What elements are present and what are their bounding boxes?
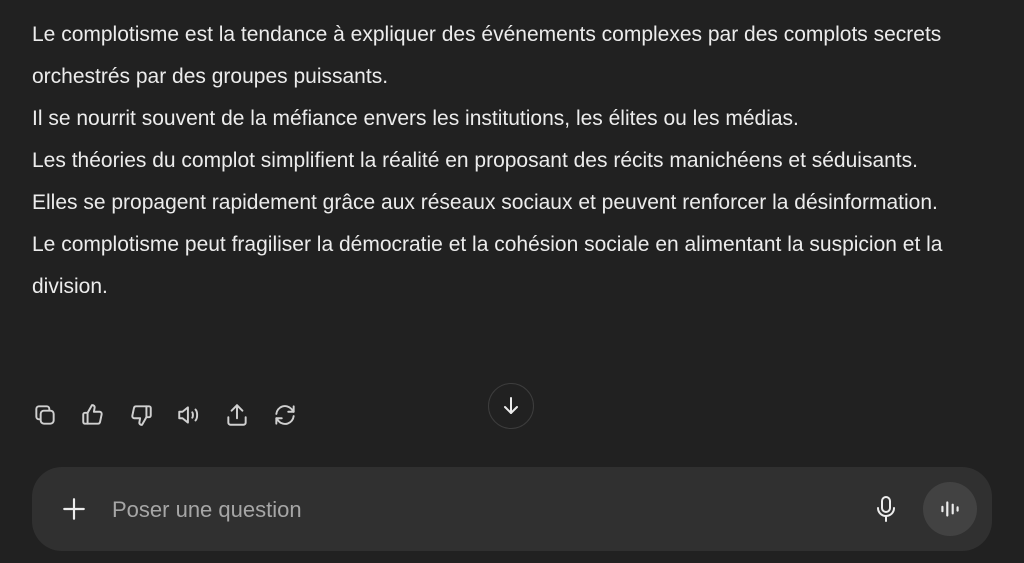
arrow-down-icon (504, 397, 518, 414)
message-actions (32, 402, 320, 428)
voice-waveform-icon (941, 501, 959, 517)
message-paragraph: Elles se propagent rapidement grâce aux … (32, 191, 938, 214)
thumbs-up-icon (82, 404, 103, 425)
good-response-button[interactable] (80, 402, 106, 428)
assistant-message: Le complotisme est la tendance à expliqu… (32, 14, 992, 308)
add-attachment-button[interactable] (60, 495, 88, 523)
voice-mode-button[interactable] (923, 482, 977, 536)
thumbs-down-icon (131, 405, 152, 426)
message-paragraph: Il se nourrit souvent de la méfiance env… (32, 107, 799, 130)
copy-button[interactable] (32, 402, 58, 428)
share-icon (227, 404, 247, 426)
read-aloud-icon (178, 406, 199, 424)
dictate-button[interactable] (872, 494, 900, 524)
plus-icon (63, 498, 85, 520)
message-paragraph: Les théories du complot simplifient la r… (32, 149, 918, 172)
microphone-icon (877, 496, 895, 522)
regenerate-button[interactable] (272, 402, 298, 428)
share-button[interactable] (224, 402, 250, 428)
regenerate-icon (275, 405, 295, 425)
read-aloud-button[interactable] (176, 402, 202, 428)
copy-icon (35, 405, 55, 425)
message-paragraph: Le complotisme est la tendance à expliqu… (32, 23, 942, 88)
composer (32, 467, 992, 551)
prompt-input[interactable] (110, 489, 814, 531)
scroll-to-bottom-button[interactable] (488, 383, 534, 429)
message-paragraph: Le complotisme peut fragiliser la démocr… (32, 233, 943, 298)
bad-response-button[interactable] (128, 402, 154, 428)
